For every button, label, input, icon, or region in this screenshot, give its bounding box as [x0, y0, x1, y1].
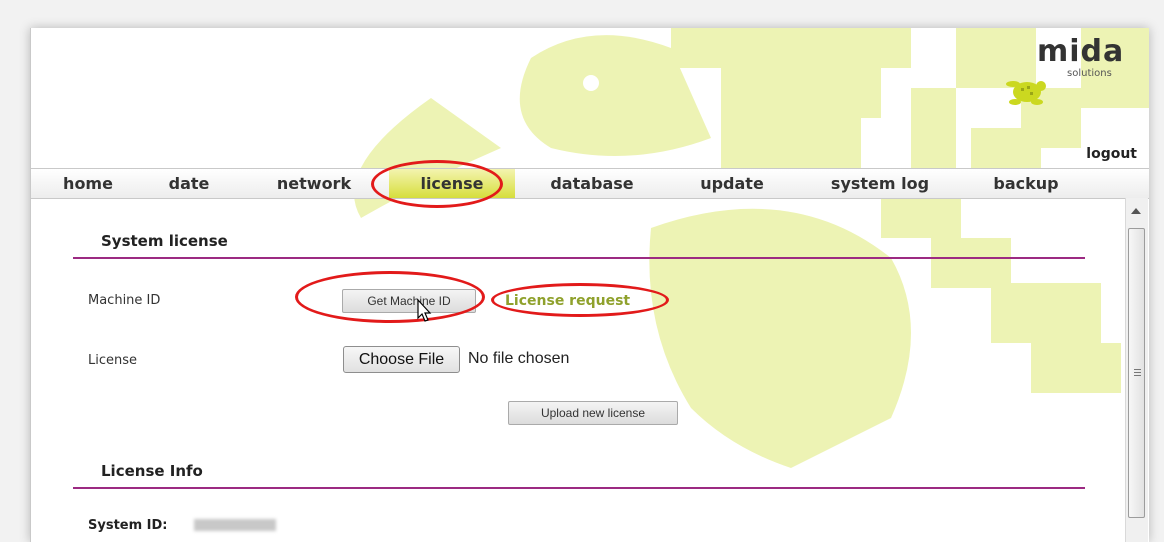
- nav-item-network[interactable]: network: [259, 169, 369, 198]
- main-nav: home date network license database updat…: [31, 168, 1149, 199]
- machine-id-label: Machine ID: [88, 293, 161, 308]
- nav-item-database[interactable]: database: [541, 169, 643, 198]
- get-machine-id-button[interactable]: Get Machine ID: [342, 289, 476, 313]
- section-divider: [73, 257, 1085, 259]
- license-label: License: [88, 353, 138, 368]
- vertical-scrollbar[interactable]: [1125, 198, 1148, 542]
- nav-item-license[interactable]: license: [389, 169, 515, 198]
- section-title-license-info: License Info: [101, 462, 203, 480]
- logo-wordmark: mida: [1037, 34, 1125, 69]
- logout-link[interactable]: logout: [1086, 146, 1137, 162]
- mida-solutions-logo: mida solutions: [991, 34, 1141, 114]
- grip-line: [1134, 375, 1141, 376]
- nav-item-home[interactable]: home: [53, 169, 123, 198]
- section-title-system-license: System license: [101, 232, 228, 250]
- scrollbar-thumb[interactable]: [1128, 228, 1145, 518]
- upload-new-license-button[interactable]: Upload new license: [508, 401, 678, 425]
- nav-item-update[interactable]: update: [691, 169, 773, 198]
- page-header: mida solutions logout: [31, 28, 1149, 168]
- mouse-pointer-icon: [417, 298, 432, 322]
- file-status-text: No file chosen: [468, 350, 570, 367]
- grip-line: [1134, 369, 1141, 370]
- grip-line: [1134, 372, 1141, 373]
- nav-item-date[interactable]: date: [159, 169, 219, 198]
- license-request-link[interactable]: License request: [505, 293, 630, 309]
- redacted-system-id: [194, 519, 276, 531]
- section-divider: [73, 487, 1085, 489]
- logo-subtitle: solutions: [1067, 68, 1112, 79]
- scroll-up-arrow-icon[interactable]: [1131, 208, 1141, 214]
- choose-file-button[interactable]: Choose File: [343, 346, 460, 373]
- system-id-label: System ID:: [88, 518, 168, 533]
- main-content: System license Machine ID Get Machine ID…: [31, 198, 1123, 542]
- nav-item-system-log[interactable]: system log: [821, 169, 939, 198]
- browser-page: mida solutions logout home date network …: [30, 28, 1149, 542]
- nav-item-backup[interactable]: backup: [986, 169, 1066, 198]
- turtle-logo-icon: [1006, 81, 1046, 105]
